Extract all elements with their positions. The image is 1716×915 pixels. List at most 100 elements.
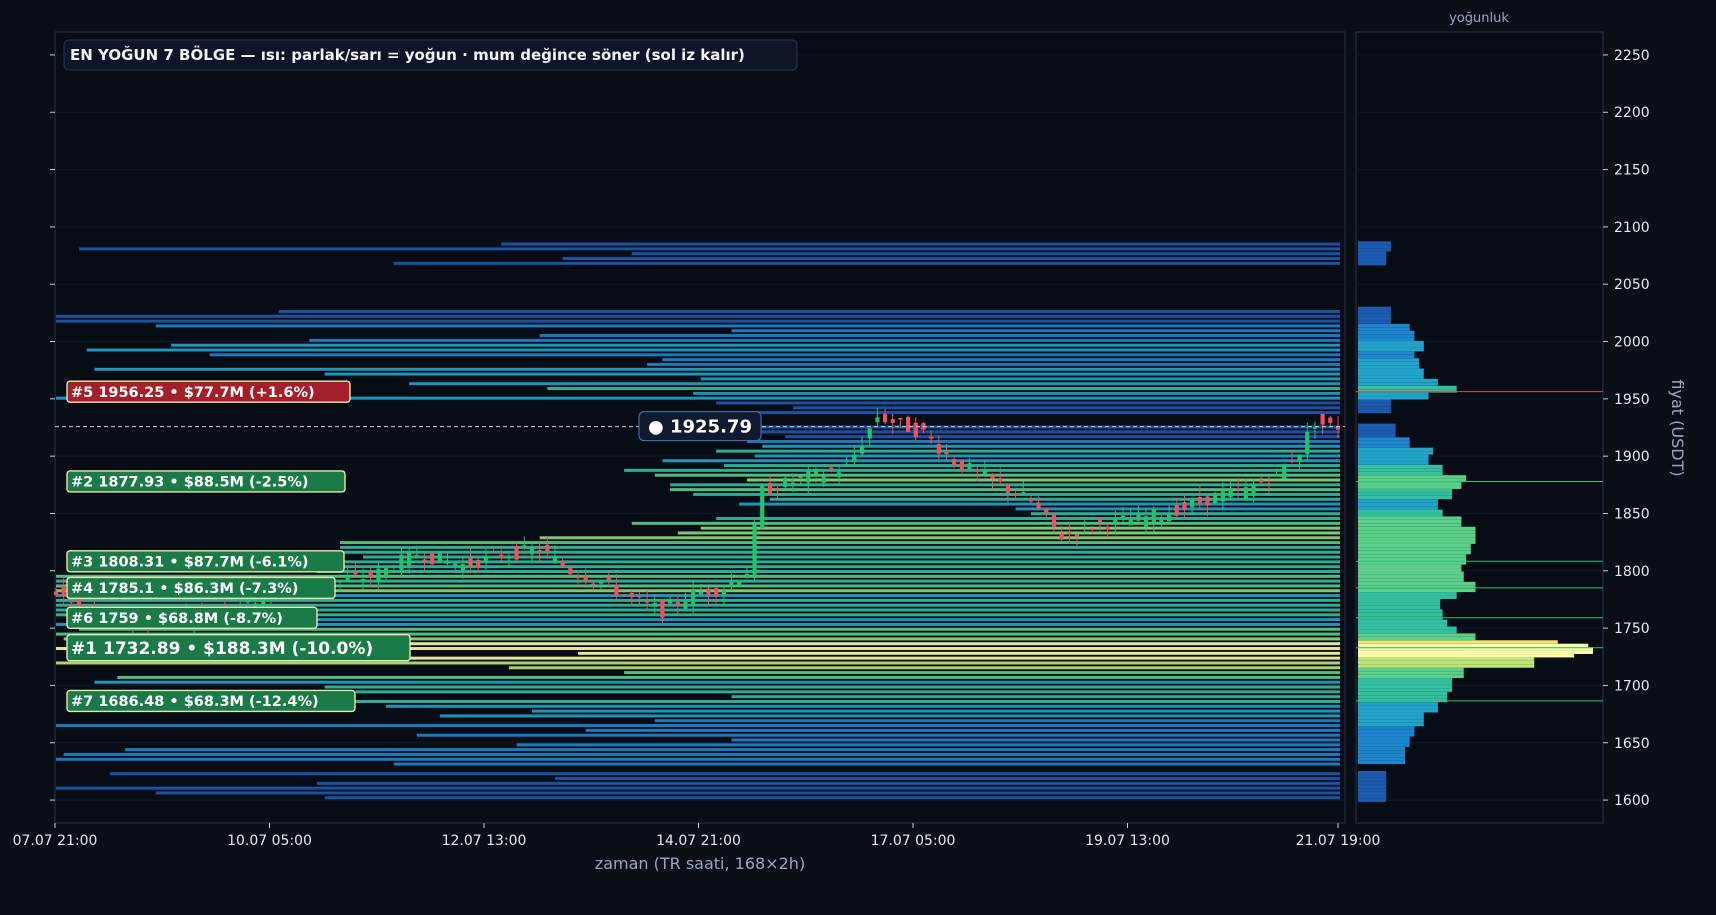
- profile-bar: [1358, 599, 1441, 603]
- candle-up: [683, 601, 688, 609]
- heat-band: [700, 377, 1340, 381]
- candle-up: [1113, 517, 1118, 524]
- profile-bar: [1358, 581, 1476, 586]
- heat-band: [79, 247, 1341, 251]
- heat-band: [762, 444, 1340, 448]
- heat-band: [309, 338, 1340, 342]
- profile-bar: [1358, 664, 1535, 668]
- profile-bar: [1358, 454, 1429, 458]
- candle-down: [1051, 513, 1057, 527]
- heat-band: [393, 261, 1340, 265]
- profile-bar: [1358, 795, 1387, 799]
- heat-band: [117, 675, 1340, 679]
- candle-down: [629, 592, 634, 598]
- profile-bar: [1358, 722, 1424, 727]
- heat-band: [547, 387, 1340, 391]
- candle-up: [1213, 492, 1218, 504]
- y-tick-label: 2250: [1614, 48, 1650, 64]
- profile-bar: [1358, 702, 1438, 706]
- profile-bar: [1358, 306, 1391, 311]
- candle-down: [714, 588, 719, 597]
- heat-band: [578, 651, 1340, 655]
- profile-bar: [1358, 557, 1467, 562]
- candle-up: [1136, 513, 1141, 521]
- heat-band: [317, 781, 1340, 785]
- heat-band: [731, 738, 1340, 742]
- heat-band: [86, 348, 1341, 352]
- zone-label-3: #3 1808.31 • $87.7M (-6.1%): [71, 554, 309, 570]
- profile-bar: [1358, 406, 1391, 410]
- y-tick-label: 1950: [1614, 392, 1650, 408]
- candle-down: [929, 436, 934, 439]
- y-tick-label: 1850: [1614, 506, 1650, 522]
- profile-bar: [1358, 327, 1410, 331]
- profile-bar: [1358, 513, 1443, 517]
- profile-bar: [1358, 650, 1593, 654]
- profile-bar: [1358, 709, 1438, 713]
- profile-bar: [1358, 316, 1391, 321]
- candle-down: [591, 583, 596, 585]
- candle-up: [1159, 517, 1164, 523]
- heat-band: [693, 391, 1340, 395]
- x-tick-label: 07.07 21:00: [13, 833, 98, 849]
- y-tick-label: 1750: [1614, 621, 1650, 637]
- profile-bar: [1358, 660, 1535, 665]
- candle-down: [1090, 528, 1095, 530]
- heat-band: [94, 680, 1341, 684]
- profile-bar: [1358, 674, 1464, 679]
- candle-up: [760, 485, 765, 529]
- profile-bar: [1358, 444, 1410, 448]
- heat-band: [56, 724, 1340, 728]
- candle-down: [775, 489, 780, 492]
- profile-bar: [1358, 712, 1424, 716]
- candle-up: [399, 554, 404, 574]
- profile-bar: [1358, 564, 1462, 569]
- profile-bar: [1358, 537, 1476, 541]
- zone-label-7: #7 1686.48 • $68.3M (-12.4%): [71, 694, 319, 710]
- heat-band: [746, 411, 1340, 415]
- heat-band: [716, 517, 1340, 521]
- candle-down: [998, 478, 1003, 482]
- candle-up: [345, 576, 350, 582]
- profile-bar: [1358, 719, 1424, 723]
- profile-bar: [1358, 571, 1464, 575]
- profile-bar: [1358, 540, 1476, 544]
- current-price-label: ● 1925.79: [648, 417, 752, 438]
- x-tick-label: 10.07 05:00: [227, 833, 312, 849]
- candle-down: [767, 482, 773, 494]
- profile-bar: [1358, 368, 1424, 372]
- profile-bar: [1358, 633, 1476, 637]
- candle-down: [1259, 479, 1264, 483]
- heat-band: [792, 406, 1340, 410]
- profile-bar: [1358, 365, 1420, 369]
- candle-up: [1167, 513, 1172, 522]
- candle-up: [806, 471, 811, 483]
- profile-bar: [1358, 788, 1387, 792]
- profile-bar: [1358, 578, 1464, 582]
- y-tick-label: 1800: [1614, 564, 1650, 580]
- candle-up: [529, 548, 535, 555]
- candle-up: [1312, 427, 1318, 429]
- heat-band: [56, 603, 1340, 607]
- heat-band: [662, 358, 1340, 362]
- profile-bar: [1358, 681, 1452, 685]
- heat-band: [109, 772, 1340, 776]
- profile-bar: [1358, 475, 1467, 479]
- heat-band: [662, 459, 1340, 463]
- heat-band: [324, 372, 1341, 376]
- profile-bar: [1358, 592, 1457, 596]
- candle-up: [867, 428, 872, 439]
- candle-up: [668, 599, 673, 604]
- candle-up: [453, 563, 458, 566]
- profile-bar: [1358, 547, 1471, 551]
- profile-bar: [1358, 643, 1589, 648]
- heat-band: [56, 757, 1340, 761]
- profile-bar: [1358, 533, 1476, 538]
- heat-band: [439, 714, 1340, 718]
- candle-down: [69, 601, 74, 603]
- profile-bar: [1358, 451, 1434, 455]
- candle-down: [53, 591, 59, 595]
- profile-bar: [1358, 396, 1429, 400]
- y-tick-label: 1900: [1614, 449, 1650, 465]
- profile-bar: [1358, 760, 1405, 765]
